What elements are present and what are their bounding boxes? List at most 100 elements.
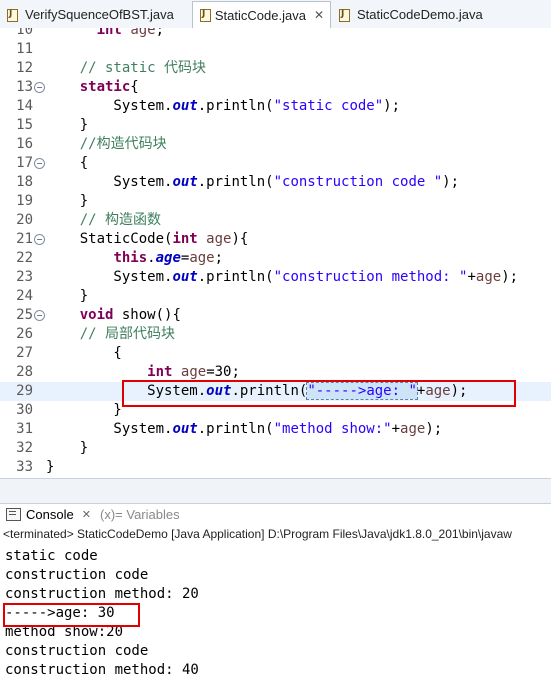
code-line[interactable]: 12 // static 代码块 [0,59,551,78]
code-text: } [46,439,88,458]
code-text: // static 代码块 [46,59,206,78]
code-line[interactable]: 27 { [0,344,551,363]
code-line[interactable]: 22 this.age=age; [0,249,551,268]
code-text: } [46,116,88,135]
tab-label: StaticCodeDemo.java [357,7,483,22]
code-token: // static 代码块 [79,60,207,76]
line-number: 27 [16,345,33,361]
code-token: // 构造函数 [79,212,162,228]
code-line[interactable]: 15 } [0,116,551,135]
java-file-icon [6,8,20,22]
code-token: } [46,288,89,304]
code-token: "construction method: " [273,269,468,285]
code-token: age [130,28,156,38]
code-text: } [46,458,54,477]
code-line[interactable]: 10 int age; [0,28,551,40]
code-token: age [400,421,426,437]
code-token: age [206,231,232,247]
code-token: .println( [197,269,274,285]
java-file-icon [338,8,352,22]
code-line[interactable]: 21− StaticCode(int age){ [0,230,551,249]
code-line[interactable]: 11 [0,40,551,59]
tab-static-code[interactable]: StaticCode.java ✕ [192,1,331,28]
code-token: "static code" [273,98,384,114]
line-number: 22 [16,250,33,266]
code-line[interactable]: 32 } [0,439,551,458]
fold-toggle-icon[interactable]: − [34,310,45,321]
console-line: static code [5,548,98,564]
line-number: 12 [16,60,33,76]
code-text: } [46,287,88,306]
line-number: 21 [16,231,33,247]
code-token: out [172,174,198,190]
code-token: "construction code " [273,174,443,190]
fold-toggle-icon[interactable]: − [34,82,45,93]
line-number: 13 [16,79,33,95]
line-number: 10 [16,28,33,38]
code-token: } [46,459,55,475]
code-token: int [147,364,173,380]
line-number: 14 [16,98,33,114]
tab-variables[interactable]: (x)= Variables [100,507,180,522]
code-token: out [172,98,198,114]
code-line[interactable]: 19 } [0,192,551,211]
code-text: void show(){ [46,306,181,325]
code-token: . [147,250,156,266]
code-line[interactable]: 20 // 构造函数 [0,211,551,230]
code-token: } [46,193,89,209]
code-line[interactable]: 25− void show(){ [0,306,551,325]
code-line[interactable]: 24 } [0,287,551,306]
code-line[interactable]: 13− static{ [0,78,551,97]
code-line[interactable]: 18 System.out.println("construction code… [0,173,551,192]
code-text: int age; [46,28,164,40]
code-token: // 局部代码块 [79,326,176,342]
tab-verify-squence-of-bst[interactable]: VerifySquenceOfBST.java [0,2,190,27]
code-token: System. [46,421,173,437]
code-line[interactable]: 26 // 局部代码块 [0,325,551,344]
line-number: 32 [16,440,33,456]
editor-scroll-area [0,478,551,504]
line-number: 25 [16,307,33,323]
console-tab-bar: Console ✕ (x)= Variables [0,503,551,526]
close-icon[interactable]: ✕ [82,508,91,521]
code-line[interactable]: 33} [0,458,551,477]
code-text: // 局部代码块 [46,325,175,344]
code-token: =30; [206,364,240,380]
code-text: System.out.println("method show:"+age); [46,420,442,439]
code-token: ){ [231,231,249,247]
code-line[interactable]: 14 System.out.println("static code"); [0,97,551,116]
code-token: StaticCode( [46,231,173,247]
tab-console[interactable]: Console ✕ [6,507,91,522]
close-icon[interactable]: ✕ [314,8,324,22]
console-line: construction code [5,643,149,659]
fold-toggle-icon[interactable]: − [34,234,45,245]
line-number: 29 [16,383,33,399]
code-line[interactable]: 17− { [0,154,551,173]
code-text: static{ [46,78,139,97]
code-editor[interactable]: 10 int age; 11 12 // static 代码块 13− static{… [0,28,551,478]
code-token: ); [383,98,401,114]
code-line[interactable]: 23 System.out.println("construction meth… [0,268,551,287]
code-token: } [46,402,122,418]
code-token: .println( [197,98,274,114]
code-line[interactable]: 16 //构造代码块 [0,135,551,154]
variables-tab-label: (x)= Variables [100,507,180,522]
fold-toggle-icon[interactable]: − [34,158,45,169]
code-token: + [467,269,476,285]
tab-static-code-demo[interactable]: StaticCodeDemo.java [332,2,502,27]
line-number: 15 [16,117,33,133]
code-line[interactable]: 31 System.out.println("method show:"+age… [0,420,551,439]
code-token: ; [214,250,224,266]
line-number: 17 [16,155,33,171]
code-token: } [46,440,89,456]
code-token: age [189,250,215,266]
highlight-box [122,380,516,407]
